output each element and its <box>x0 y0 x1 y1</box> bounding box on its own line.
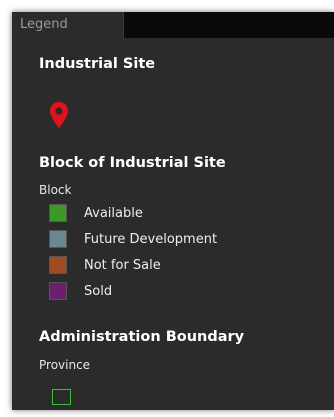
swatch-future-development <box>49 230 67 248</box>
section-title-block: Block of Industrial Site <box>39 155 226 171</box>
section-title-administration-boundary: Administration Boundary <box>39 329 245 345</box>
legend-item-label: Future Development <box>84 231 218 247</box>
legend-item-label: Available <box>84 205 143 221</box>
legend-item-future-development: Future Development <box>49 230 217 248</box>
legend-item-label: Sold <box>84 283 113 299</box>
swatch-sold <box>49 282 67 300</box>
legend-content: Industrial Site Block of Industrial Site… <box>12 38 334 410</box>
swatch-province-outline <box>52 389 71 405</box>
legend-item-available: Available <box>49 204 143 222</box>
field-label-block: Block <box>39 183 72 197</box>
swatch-not-for-sale <box>49 256 67 274</box>
tab-legend[interactable]: Legend <box>12 12 124 38</box>
legend-item-not-for-sale: Not for Sale <box>49 256 161 274</box>
tab-bar: Legend <box>12 12 334 38</box>
legend-panel: Legend Industrial Site Block of Industri… <box>12 12 334 410</box>
field-label-province: Province <box>39 358 91 372</box>
swatch-available <box>49 204 67 222</box>
legend-item-sold: Sold <box>49 282 112 300</box>
legend-item-label: Not for Sale <box>84 257 161 273</box>
map-pin-icon <box>50 102 68 128</box>
section-title-industrial-site: Industrial Site <box>39 56 156 72</box>
